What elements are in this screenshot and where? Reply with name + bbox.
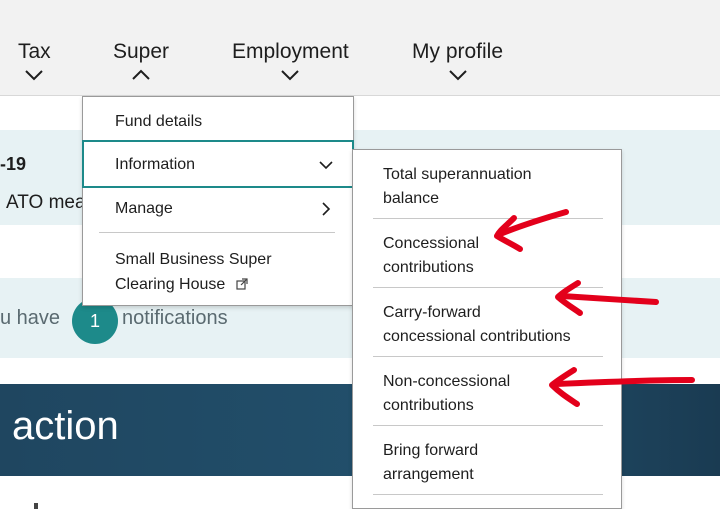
text-fragment [34,503,38,509]
nav-label-my-profile: My profile [412,40,504,63]
submenu-item-total-superannuation-balance[interactable]: Total superannuation balance [383,163,613,211]
submenu-divider [373,218,603,219]
menu-item-information-label: Information [115,156,196,173]
menu-item-manage[interactable]: Manage [115,200,173,218]
submenu-divider [373,287,603,288]
nav-item-my-profile[interactable]: My profile [412,40,503,82]
chevron-down-icon [448,70,467,81]
menu-item-fund-details[interactable]: Fund details [115,113,202,131]
chevron-up-icon [132,69,150,80]
nav-label-employment: Employment [232,40,349,63]
notifications-link[interactable]: notifications [122,307,228,330]
submenu-label-line2: balance [383,190,440,207]
chevron-down-icon [25,70,44,81]
super-dropdown-menu: Fund details Information Manage Small Bu… [82,96,354,306]
submenu-label-line1: Concessional [383,235,480,252]
nav-label-super: Super [113,40,170,63]
nav-item-employment[interactable]: Employment [232,40,349,82]
nav-item-super[interactable]: Super [113,40,169,82]
information-submenu: Total superannuation balance Concessiona… [352,149,622,509]
nav-item-tax[interactable]: Tax [18,40,51,82]
notifications-prefix: u have [0,307,61,329]
submenu-label-line2: contributions [383,259,474,276]
submenu-divider [373,425,603,426]
submenu-divider [373,494,603,495]
submenu-label-line2: contributions [383,397,474,414]
submenu-divider [373,356,603,357]
submenu-label-line2: concessional contributions [383,328,571,345]
submenu-item-carry-forward-concessional-contributions[interactable]: Carry-forward concessional contributions [383,301,613,349]
submenu-item-non-concessional-contributions[interactable]: Non-concessional contributions [383,370,613,418]
submenu-label-line1: Carry-forward [383,304,481,321]
nav-label-tax: Tax [18,40,51,63]
year-heading-fragment: -19 [0,154,27,174]
submenu-item-concessional-contributions[interactable]: Concessional contributions [383,232,613,280]
sbsch-label-line2: Clearing House [115,276,226,293]
menu-divider [99,232,335,233]
action-title: action [12,404,119,448]
external-link-icon [236,278,248,290]
submenu-label-line2: arrangement [383,466,474,483]
submenu-label-line1: Bring forward [383,442,479,459]
submenu-label-line1: Total superannuation [383,166,532,183]
menu-item-small-business-super-clearing-house[interactable]: Small Business Super Clearing House [115,247,272,297]
sbsch-label-line1: Small Business Super [115,251,272,268]
ato-text-fragment: ATO mea [6,192,86,213]
chevron-down-icon [281,70,300,81]
top-navigation: Tax Super Employment My profile [0,0,720,96]
menu-item-information[interactable]: Information [82,140,354,188]
chevron-right-icon [322,202,331,216]
submenu-label-line1: Non-concessional [383,373,511,390]
chevron-down-icon [319,161,333,170]
submenu-item-bring-forward-arrangement[interactable]: Bring forward arrangement [383,439,613,487]
